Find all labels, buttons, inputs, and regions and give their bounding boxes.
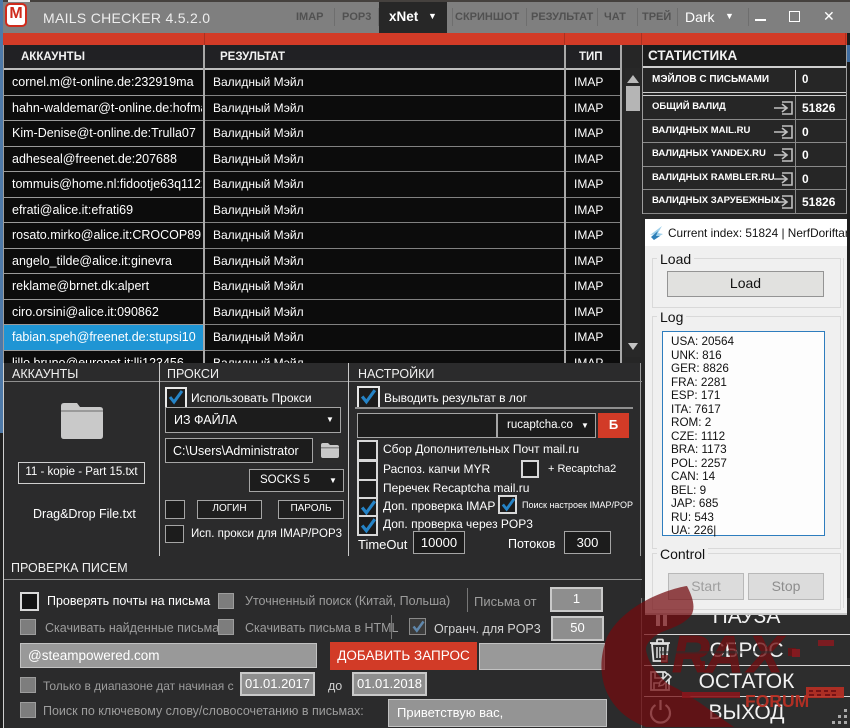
svg-text:X: X (745, 626, 786, 684)
svg-text:A: A (704, 626, 744, 684)
svg-text:R: R (672, 626, 710, 684)
svg-text:FORUM: FORUM (745, 691, 809, 711)
